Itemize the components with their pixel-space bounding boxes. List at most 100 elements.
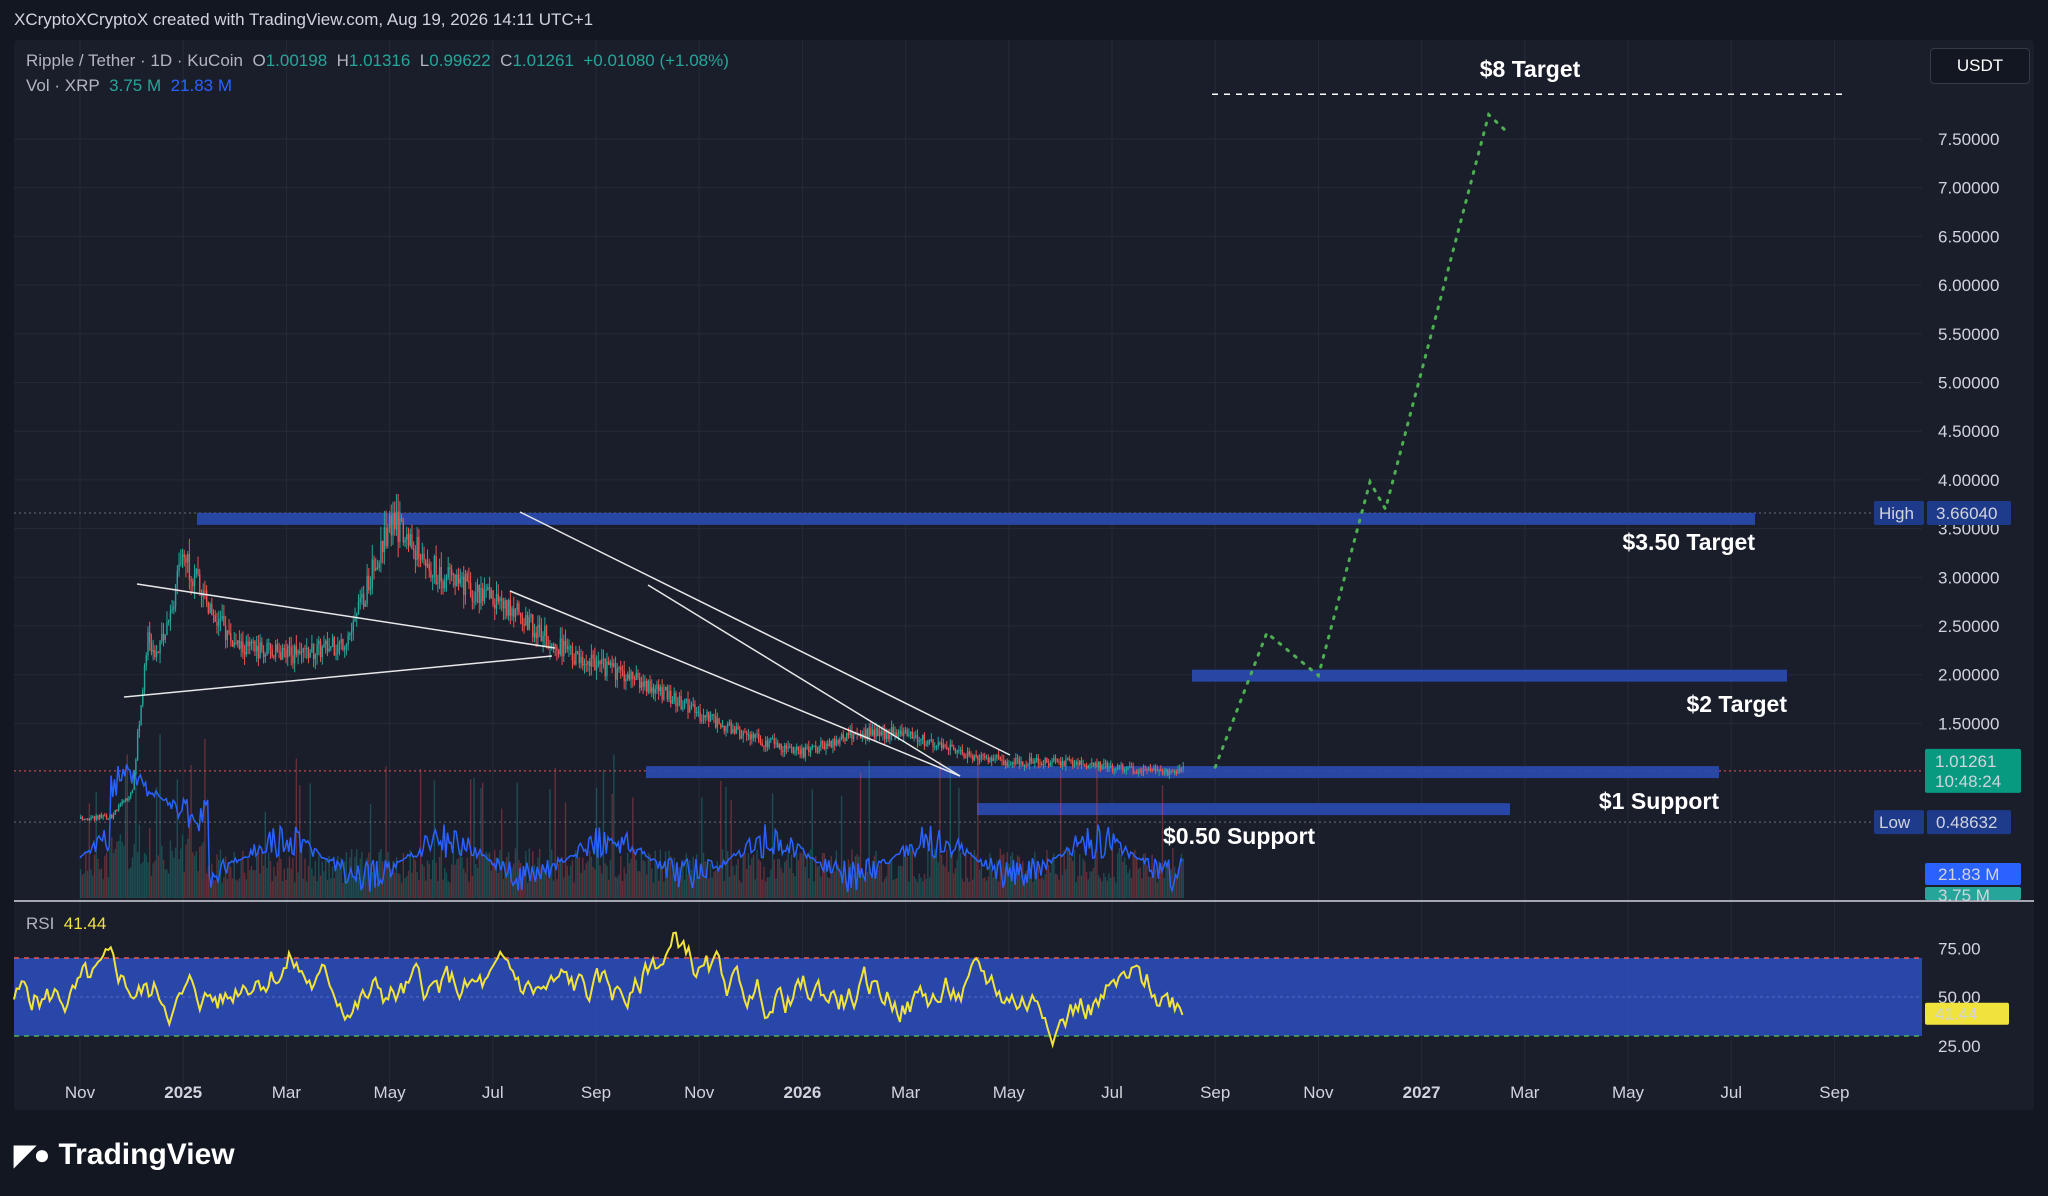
volume-bar	[150, 876, 153, 898]
volume-bar	[85, 852, 87, 898]
candle-body	[852, 733, 855, 740]
volume-bar	[554, 767, 556, 898]
candle-body	[416, 536, 418, 560]
candle-body	[166, 622, 168, 635]
price-tick: 2.00000	[1938, 666, 1999, 685]
candle-body	[226, 630, 229, 640]
candle-body	[281, 647, 284, 660]
candle-body	[319, 640, 322, 657]
candle-body	[884, 730, 886, 739]
candle-body	[595, 665, 598, 670]
zone-box	[646, 766, 1719, 779]
volume-bar	[551, 849, 553, 898]
currency-button[interactable]: USDT	[1930, 48, 2030, 84]
volume-bar	[1125, 864, 1127, 898]
ohlc-legend: Ripple / Tether · 1D · KuCoin O1.00198 H…	[26, 51, 729, 71]
candle-body	[1025, 765, 1027, 767]
candle-body	[725, 726, 727, 732]
candle-body	[1075, 762, 1077, 765]
volume-bar	[333, 878, 336, 898]
candle-body	[545, 625, 548, 647]
volume-bar	[254, 870, 256, 898]
volume-bar	[763, 866, 765, 898]
candle-body	[181, 554, 184, 563]
volume-bar	[1130, 878, 1133, 898]
candle-body	[397, 511, 399, 542]
volume-bar	[557, 863, 560, 898]
close-label: C	[500, 51, 513, 70]
volume-bar	[1089, 871, 1091, 898]
candle-body	[402, 521, 405, 543]
candle-body	[1077, 762, 1079, 765]
volume-bar	[683, 879, 686, 898]
candle-body	[292, 655, 294, 664]
candle-body	[274, 644, 277, 657]
volume-bar	[335, 866, 337, 898]
volume-bar	[397, 873, 399, 898]
candle-body	[444, 581, 446, 589]
candle-body	[419, 559, 422, 561]
candle-body	[844, 738, 846, 742]
candle-body	[1047, 762, 1050, 766]
candle-body	[994, 758, 996, 760]
volume-bar	[98, 869, 101, 898]
candle-body	[792, 747, 794, 754]
volume-bar	[416, 871, 418, 898]
volume-bar	[880, 862, 882, 898]
volume-bar	[80, 869, 82, 898]
candle-body	[83, 819, 85, 821]
candle-body	[1173, 770, 1176, 772]
volume-bar	[126, 754, 128, 898]
candle-body	[1160, 769, 1162, 772]
time-tick: Mar	[1510, 1083, 1540, 1102]
price-chart[interactable]: 75.0050.0025.0041.44 7.500007.000006.500…	[0, 0, 2048, 1196]
candle-body	[119, 803, 122, 806]
volume-bar	[939, 761, 941, 898]
candle-body	[683, 700, 686, 708]
candle-body	[469, 582, 472, 597]
candle-body	[107, 818, 109, 820]
candle-body	[921, 734, 924, 740]
volume-bar	[499, 850, 501, 898]
volume-bar	[278, 848, 280, 898]
candle-body	[1066, 758, 1069, 760]
volume-bar	[1097, 875, 1100, 898]
candle-body	[1085, 766, 1088, 768]
volume-bar	[968, 881, 970, 898]
candle-body	[578, 652, 581, 664]
volume-bar	[927, 848, 929, 898]
volume-bar	[338, 868, 341, 898]
volume-bar	[142, 862, 144, 898]
brand-text: TradingView	[58, 1138, 235, 1171]
candle-body	[625, 678, 627, 682]
candle-body	[920, 739, 922, 741]
candle-body	[552, 643, 555, 646]
candle-body	[95, 815, 97, 820]
candle-body	[1091, 762, 1093, 765]
volume-bar	[901, 865, 903, 898]
candle-body	[302, 648, 304, 652]
candle-body	[1058, 761, 1060, 763]
candle-body	[942, 744, 945, 749]
volume-bar	[573, 882, 575, 898]
time-tick: Sep	[1819, 1083, 1849, 1102]
candle-body	[471, 596, 474, 602]
volume-bar	[426, 860, 429, 898]
candle-body	[423, 554, 425, 561]
candle-body	[81, 817, 84, 820]
countdown: 10:48:24	[1935, 772, 2001, 791]
low-label: L	[419, 51, 430, 70]
candle-body	[668, 690, 670, 700]
volume-bar	[620, 856, 622, 898]
candle-body	[771, 738, 774, 740]
candle-body	[461, 576, 463, 579]
volume-bar	[694, 878, 696, 898]
candle-body	[737, 726, 739, 730]
candle-body	[947, 749, 950, 751]
tradingview-logo[interactable]: ◤● TradingView	[14, 1138, 235, 1172]
volume-bar	[235, 879, 237, 898]
candle-body	[435, 555, 437, 585]
candle-body	[1039, 763, 1041, 765]
volume-bar	[199, 846, 201, 898]
candle-body	[783, 745, 786, 753]
